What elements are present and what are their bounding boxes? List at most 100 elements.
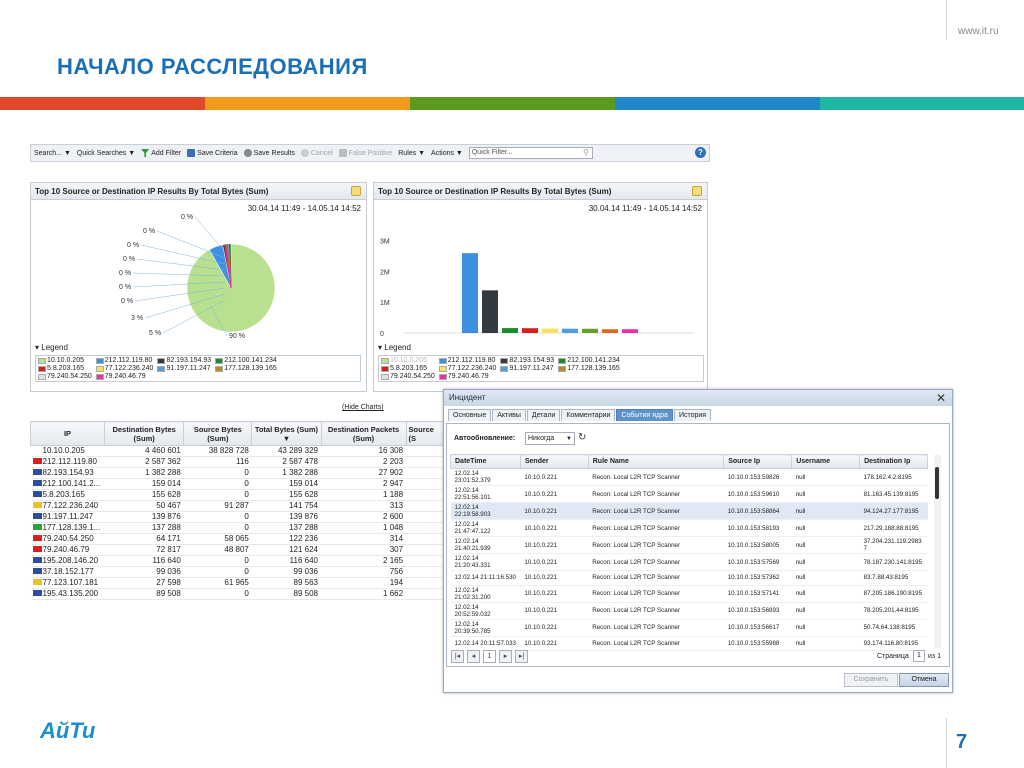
- incident-tab[interactable]: Комментарии: [561, 409, 616, 421]
- cancel-button[interactable]: Отмена: [899, 673, 949, 687]
- event-row[interactable]: 12.02.14 21:02:31.200 10.10.0.221 Recon: L…: [450, 585, 928, 603]
- table-row[interactable]: 77.123.107.181 27 598 61 965 89 563 194: [30, 577, 444, 589]
- event-row[interactable]: 12.02.14 20:11:57.033 10.10.0.221 Recon: L…: [450, 636, 928, 652]
- table-row[interactable]: 79.240.54.250 64 171 58 065 122 236 314: [30, 533, 444, 545]
- table-header-cell[interactable]: IP: [30, 421, 105, 446]
- actions-menu[interactable]: Actions ▼: [431, 150, 463, 157]
- table-row[interactable]: 212.112.119.80 2 587 362 116 2 587 478 2 203: [30, 456, 444, 468]
- last-page-button[interactable]: ▸|: [515, 650, 528, 663]
- bar-legend-item[interactable]: 79.240.54.250: [381, 373, 435, 380]
- table-header-cell[interactable]: Source (S: [405, 421, 445, 446]
- add-filter-button[interactable]: Add Filter: [141, 149, 181, 157]
- event-row[interactable]: 12.02.14 20:39:50.785 10.10.0.221 Recon: L…: [450, 619, 928, 637]
- save-results-button[interactable]: Save Results: [243, 149, 295, 157]
- event-row[interactable]: 12.02.14 23:01:52.379 10.10.0.221 Recon: L…: [450, 468, 928, 486]
- events-scrollbar[interactable]: [934, 455, 941, 648]
- bar[interactable]: [622, 329, 638, 333]
- legend-swatch: [157, 365, 166, 372]
- pie-legend-item[interactable]: 5.8.203.165: [38, 365, 92, 372]
- cancel-toolbar-button[interactable]: Cancel: [300, 149, 333, 157]
- table-row[interactable]: 82.193.154.93 1 382 288 0 1 382 288 27 902: [30, 467, 444, 479]
- scrollbar-thumb[interactable]: [935, 467, 939, 499]
- incident-tab[interactable]: События ядра: [616, 409, 673, 421]
- first-page-button[interactable]: |◂: [451, 650, 464, 663]
- table-row[interactable]: 79.240.46.79 72 817 48 807 121 624 307: [30, 544, 444, 556]
- table-row[interactable]: 77.122.236.240 50 467 91 287 141 754 313: [30, 500, 444, 512]
- help-icon[interactable]: ?: [695, 147, 706, 158]
- table-row[interactable]: 177.128.139.1... 137 288 0 137 288 1 048: [30, 522, 444, 534]
- events-header-cell[interactable]: DateTime: [450, 454, 521, 469]
- incident-tab[interactable]: Детали: [526, 409, 561, 421]
- quick-searches-menu[interactable]: Quick Searches ▼: [77, 150, 135, 157]
- pie-legend-item[interactable]: 77.122.236.240: [95, 365, 153, 372]
- pie-legend-item[interactable]: 79.240.46.79: [95, 373, 154, 380]
- bar-legend-item[interactable]: 5.8.203.165: [381, 365, 435, 372]
- quick-filter-input[interactable]: Quick Filter... ⚲: [468, 147, 593, 159]
- events-header-cell[interactable]: Rule Name: [587, 454, 725, 469]
- bar-legend-item[interactable]: 212.100.141.234: [558, 357, 620, 364]
- bar-legend-item[interactable]: 177.128.139.165: [558, 365, 620, 372]
- bar[interactable]: [582, 328, 598, 333]
- pie-legend-item[interactable]: 177.128.139.165: [215, 365, 277, 372]
- table-row[interactable]: 10.10.0.205 4 460 601 38 828 728 43 289 329…: [30, 445, 444, 457]
- events-header-cell[interactable]: Sender: [519, 454, 589, 469]
- next-page-button[interactable]: ▸: [499, 650, 512, 663]
- false-positive-button[interactable]: False Positive: [338, 149, 392, 157]
- table-header-cell[interactable]: Source Bytes (Sum): [183, 421, 253, 446]
- bar[interactable]: [542, 328, 558, 333]
- bar[interactable]: [602, 329, 618, 333]
- table-header-cell[interactable]: Destination Packets (Sum): [320, 421, 407, 446]
- bar-legend-item[interactable]: 212.112.119.80: [438, 357, 497, 364]
- event-row[interactable]: 12.02.14 22:19:58.903 10.10.0.221 Recon: L…: [450, 502, 928, 520]
- table-header-cell[interactable]: Destination Bytes (Sum): [103, 421, 185, 446]
- rules-menu[interactable]: Rules ▼: [398, 150, 425, 157]
- event-row[interactable]: 12.02.14 22:51:56.101 10.10.0.221 Recon: L…: [450, 485, 928, 503]
- bar[interactable]: [562, 328, 578, 333]
- bar-legend-item[interactable]: 77.122.236.240: [438, 365, 496, 372]
- bar[interactable]: [522, 328, 538, 333]
- close-icon[interactable]: ✕: [936, 391, 946, 405]
- save-criteria-button[interactable]: Save Criteria: [187, 149, 238, 157]
- pie-legend-item[interactable]: 91.197.11.247: [157, 365, 211, 372]
- pie-legend-item[interactable]: 212.100.141.234: [215, 357, 277, 364]
- pie-legend-item[interactable]: 82.193.154.93: [157, 357, 211, 364]
- table-row[interactable]: 5.8.203.165 155 628 0 155 628 1 188: [30, 489, 444, 501]
- bar-legend-item[interactable]: 79.240.46.79: [438, 373, 497, 380]
- event-row[interactable]: 12.02.14 21:20:43.331 10.10.0.221 Recon: L…: [450, 553, 928, 571]
- search-menu[interactable]: Search... ▼: [34, 150, 71, 157]
- event-row[interactable]: 12.02.14 21:40:21.939 10.10.0.221 Recon: L…: [450, 536, 928, 554]
- events-header-cell[interactable]: Destination Ip: [859, 454, 928, 469]
- event-row[interactable]: 12.02.14 20:52:59.032 10.10.0.221 Recon: L…: [450, 602, 928, 620]
- pin-icon[interactable]: [351, 186, 361, 196]
- table-row[interactable]: 91.197.11.247 139 876 0 139 876 2 600: [30, 511, 444, 523]
- table-row[interactable]: 37.18.152.177 99 036 0 99 036 756: [30, 566, 444, 578]
- autoupdate-select[interactable]: Никогда ▼: [525, 432, 575, 445]
- hide-charts-link[interactable]: (Hide Charts): [342, 404, 384, 411]
- save-button[interactable]: Сохранить: [844, 673, 898, 687]
- pie-legend-item[interactable]: 212.112.119.80: [95, 357, 154, 364]
- incident-body: Автообновление: Никогда ▼ ↻ DateTime Sende…: [446, 423, 950, 667]
- events-header-cell[interactable]: Username: [791, 454, 861, 469]
- pie-legend-item[interactable]: 10.10.0.205: [38, 357, 92, 364]
- bar-legend-item[interactable]: 82.193.154.93: [500, 357, 554, 364]
- table-row[interactable]: 195.43.135.200 89 508 0 89 508 1 662: [30, 588, 444, 600]
- incident-tab[interactable]: Активы: [492, 409, 526, 421]
- events-header-cell[interactable]: Source Ip: [723, 454, 793, 469]
- event-row[interactable]: 12.02.14 21:47:47.122 10.10.0.221 Recon: L…: [450, 519, 928, 537]
- bar[interactable]: [462, 253, 478, 333]
- event-row[interactable]: 12.02.14 21:11:16.530 10.10.0.221 Recon: L…: [450, 570, 928, 586]
- pin-icon[interactable]: [692, 186, 702, 196]
- bar[interactable]: [502, 328, 518, 333]
- bar[interactable]: [482, 290, 498, 333]
- incident-tab[interactable]: Основные: [448, 409, 492, 421]
- pie-legend-item[interactable]: 79.240.54.250: [38, 373, 92, 380]
- incident-tab[interactable]: История: [673, 409, 712, 421]
- page-input[interactable]: 1: [913, 650, 925, 662]
- table-header-cell[interactable]: Total Bytes (Sum) ▼: [251, 421, 322, 446]
- prev-page-button[interactable]: ◂: [467, 650, 480, 663]
- table-row[interactable]: 195.208.146.20 116 640 0 116 640 2 165: [30, 555, 444, 567]
- refresh-icon[interactable]: ↻: [578, 432, 586, 443]
- bar-legend-item[interactable]: 91.197.11.247: [500, 365, 554, 372]
- bar-legend-item[interactable]: 10.10.0.205: [381, 357, 435, 364]
- table-row[interactable]: 212.100.141.2... 159 014 0 159 014 2 947: [30, 478, 444, 490]
